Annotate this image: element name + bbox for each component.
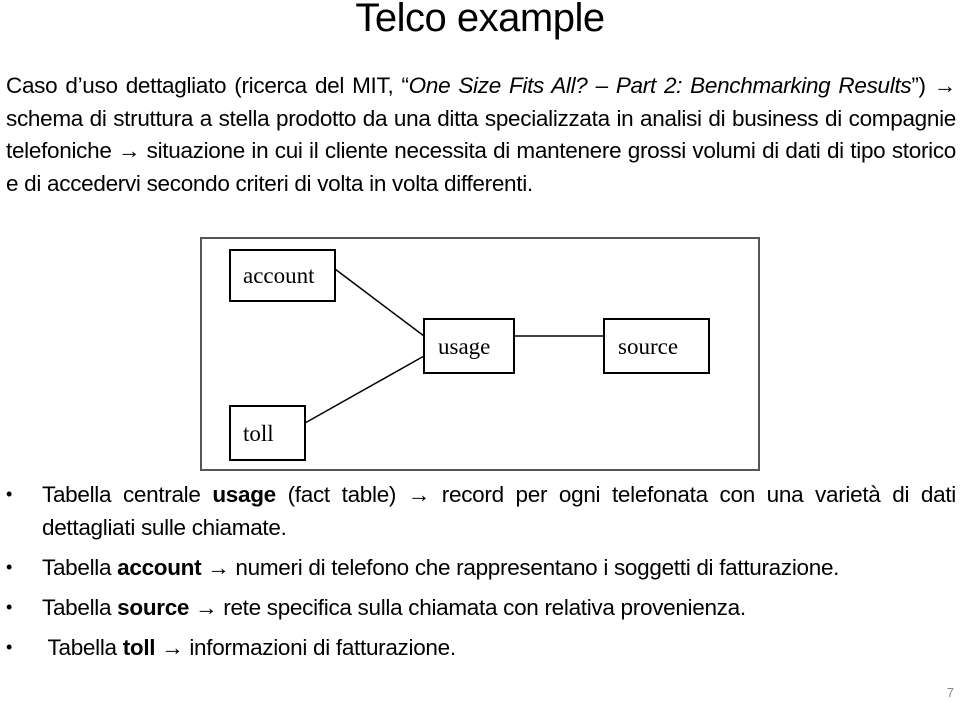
bullet-text: Tabella (42, 635, 123, 660)
edge-account-usage (334, 268, 425, 337)
bullet-text: Tabella (42, 595, 118, 620)
bullet-item-source: • Tabella source → rete specifica sulla c… (0, 591, 960, 624)
arrow-icon: → (195, 595, 218, 620)
bullet-icon: • (6, 597, 13, 617)
node-label-usage: usage (438, 334, 490, 359)
bullet-item-toll: • Tabella toll → informazioni di fattura… (0, 631, 960, 664)
bullet-text: rete specifica sulla chiamata con relati… (217, 595, 746, 620)
intro-text: ”) (911, 73, 934, 98)
arrow-icon: → (407, 482, 431, 507)
intro-text: Caso d’uso dettagliato (ricerca del MIT,… (6, 73, 409, 98)
slide-title: Telco example (355, 0, 605, 40)
table-name: toll (122, 635, 156, 660)
page-number: 7 (946, 685, 954, 700)
node-label-account: account (243, 263, 315, 288)
node-label-toll: toll (243, 421, 274, 446)
bullet-icon: • (6, 484, 13, 504)
arrow-icon: → (161, 635, 184, 660)
bullet-text: informazioni di fatturazione. (183, 635, 456, 660)
intro-text: situazione in cui il cliente necessita d… (6, 138, 956, 196)
bullet-text: Tabella centrale (42, 482, 213, 507)
arrow-icon: → (933, 73, 957, 98)
bullet-text: Tabella (42, 555, 118, 580)
bullet-list: • Tabella centrale usage (fact table) → r… (0, 478, 960, 671)
paper-title: One Size Fits All? – Part 2: Benchmarkin… (408, 73, 912, 98)
bullet-item-usage: • Tabella centrale usage (fact table) → r… (0, 478, 960, 544)
bullet-icon: • (6, 637, 13, 657)
table-name: account (117, 555, 202, 580)
arrow-icon: → (207, 555, 230, 580)
bullet-text: numeri di telefono che rappresentano i s… (229, 555, 840, 580)
bullet-text: (fact table) (275, 482, 408, 507)
bullet-icon: • (6, 557, 13, 577)
table-name: usage (212, 482, 276, 507)
arrow-icon: → (117, 138, 141, 163)
star-schema-diagram: account usage source toll (200, 237, 760, 471)
node-label-source: source (618, 334, 678, 359)
intro-paragraph: Caso d’uso dettagliato (ricerca del MIT,… (6, 70, 956, 200)
table-name: source (117, 595, 190, 620)
bullet-item-account: • Tabella account → numeri di telefono ch… (0, 551, 960, 584)
diagram-canvas: account usage source toll (229, 249, 710, 461)
edge-toll-usage (304, 355, 425, 424)
